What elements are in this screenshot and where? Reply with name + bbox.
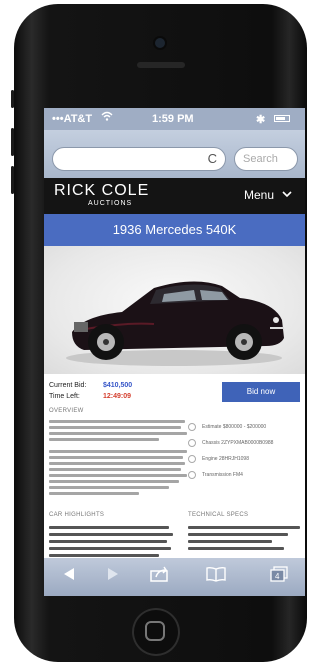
svg-text:4: 4 <box>275 572 280 581</box>
status-bar: •••AT&T 1:59 PM ✱ <box>44 108 305 130</box>
spec-transmission: Transmission FM4 <box>188 471 243 479</box>
overview-heading: OVERVIEW <box>49 408 84 414</box>
bluetooth-icon: ✱ <box>256 114 266 126</box>
bid-now-button[interactable]: Bid now <box>222 382 300 402</box>
phone-screen: •••AT&T 1:59 PM ✱ C Search RICK COLE AUC… <box>44 108 305 596</box>
menu-button[interactable]: Menu <box>244 188 274 202</box>
carrier-label: •••AT&T <box>52 113 93 125</box>
forward-icon[interactable] <box>106 566 120 587</box>
home-square-icon <box>145 621 165 641</box>
time-left-value: 12:49:09 <box>103 393 132 400</box>
spec-engine: Engine 28HRJH1098 <box>188 455 249 463</box>
wifi-icon <box>101 111 113 124</box>
transmission-icon <box>188 471 196 479</box>
browser-address-bar: C Search <box>44 130 305 178</box>
current-bid-label: Current Bid: <box>49 382 87 389</box>
clock: 1:59 PM <box>152 113 194 125</box>
phone-frame: •••AT&T 1:59 PM ✱ C Search RICK COLE AUC… <box>11 4 307 662</box>
back-icon[interactable] <box>62 566 76 587</box>
chevron-down-icon[interactable] <box>282 187 292 201</box>
share-icon[interactable] <box>150 566 170 587</box>
home-button[interactable] <box>132 608 180 656</box>
technical-specs-heading: TECHNICAL SPECS <box>188 512 249 518</box>
current-bid-value: $410,500 <box>103 382 133 389</box>
lot-title: 1936 Mercedes 540K <box>44 214 305 246</box>
estimate-icon <box>188 423 196 431</box>
bid-info: Current Bid: $410,500 Time Left: 12:49:0… <box>49 382 169 406</box>
engine-icon <box>188 455 196 463</box>
logo-subtitle: AUCTIONS <box>88 200 133 207</box>
front-camera <box>155 38 165 48</box>
logo-name[interactable]: RICK COLE <box>54 182 149 200</box>
spec-chassis: Chassis 2ZYPXMAB0000B0988 <box>188 439 273 447</box>
site-header: RICK COLE AUCTIONS Menu <box>44 178 305 214</box>
chassis-icon <box>188 439 196 447</box>
search-field[interactable]: Search <box>234 147 298 171</box>
time-left-label: Time Left: <box>49 393 80 400</box>
url-field[interactable]: C <box>52 147 226 171</box>
browser-toolbar: 4 <box>44 558 305 596</box>
bookmarks-icon[interactable] <box>206 566 226 587</box>
volume-down-button <box>11 166 14 194</box>
reload-icon[interactable]: C <box>208 151 217 166</box>
car-highlights-heading: CAR HIGHLIGHTS <box>49 512 105 518</box>
car-photo <box>44 246 305 374</box>
battery-icon <box>274 115 290 122</box>
tabs-icon[interactable]: 4 <box>270 566 288 587</box>
mute-switch <box>11 90 14 108</box>
earpiece-speaker <box>137 62 185 68</box>
spec-estimate: Estimate $800000 - $200000 <box>188 423 266 431</box>
volume-up-button <box>11 128 14 156</box>
